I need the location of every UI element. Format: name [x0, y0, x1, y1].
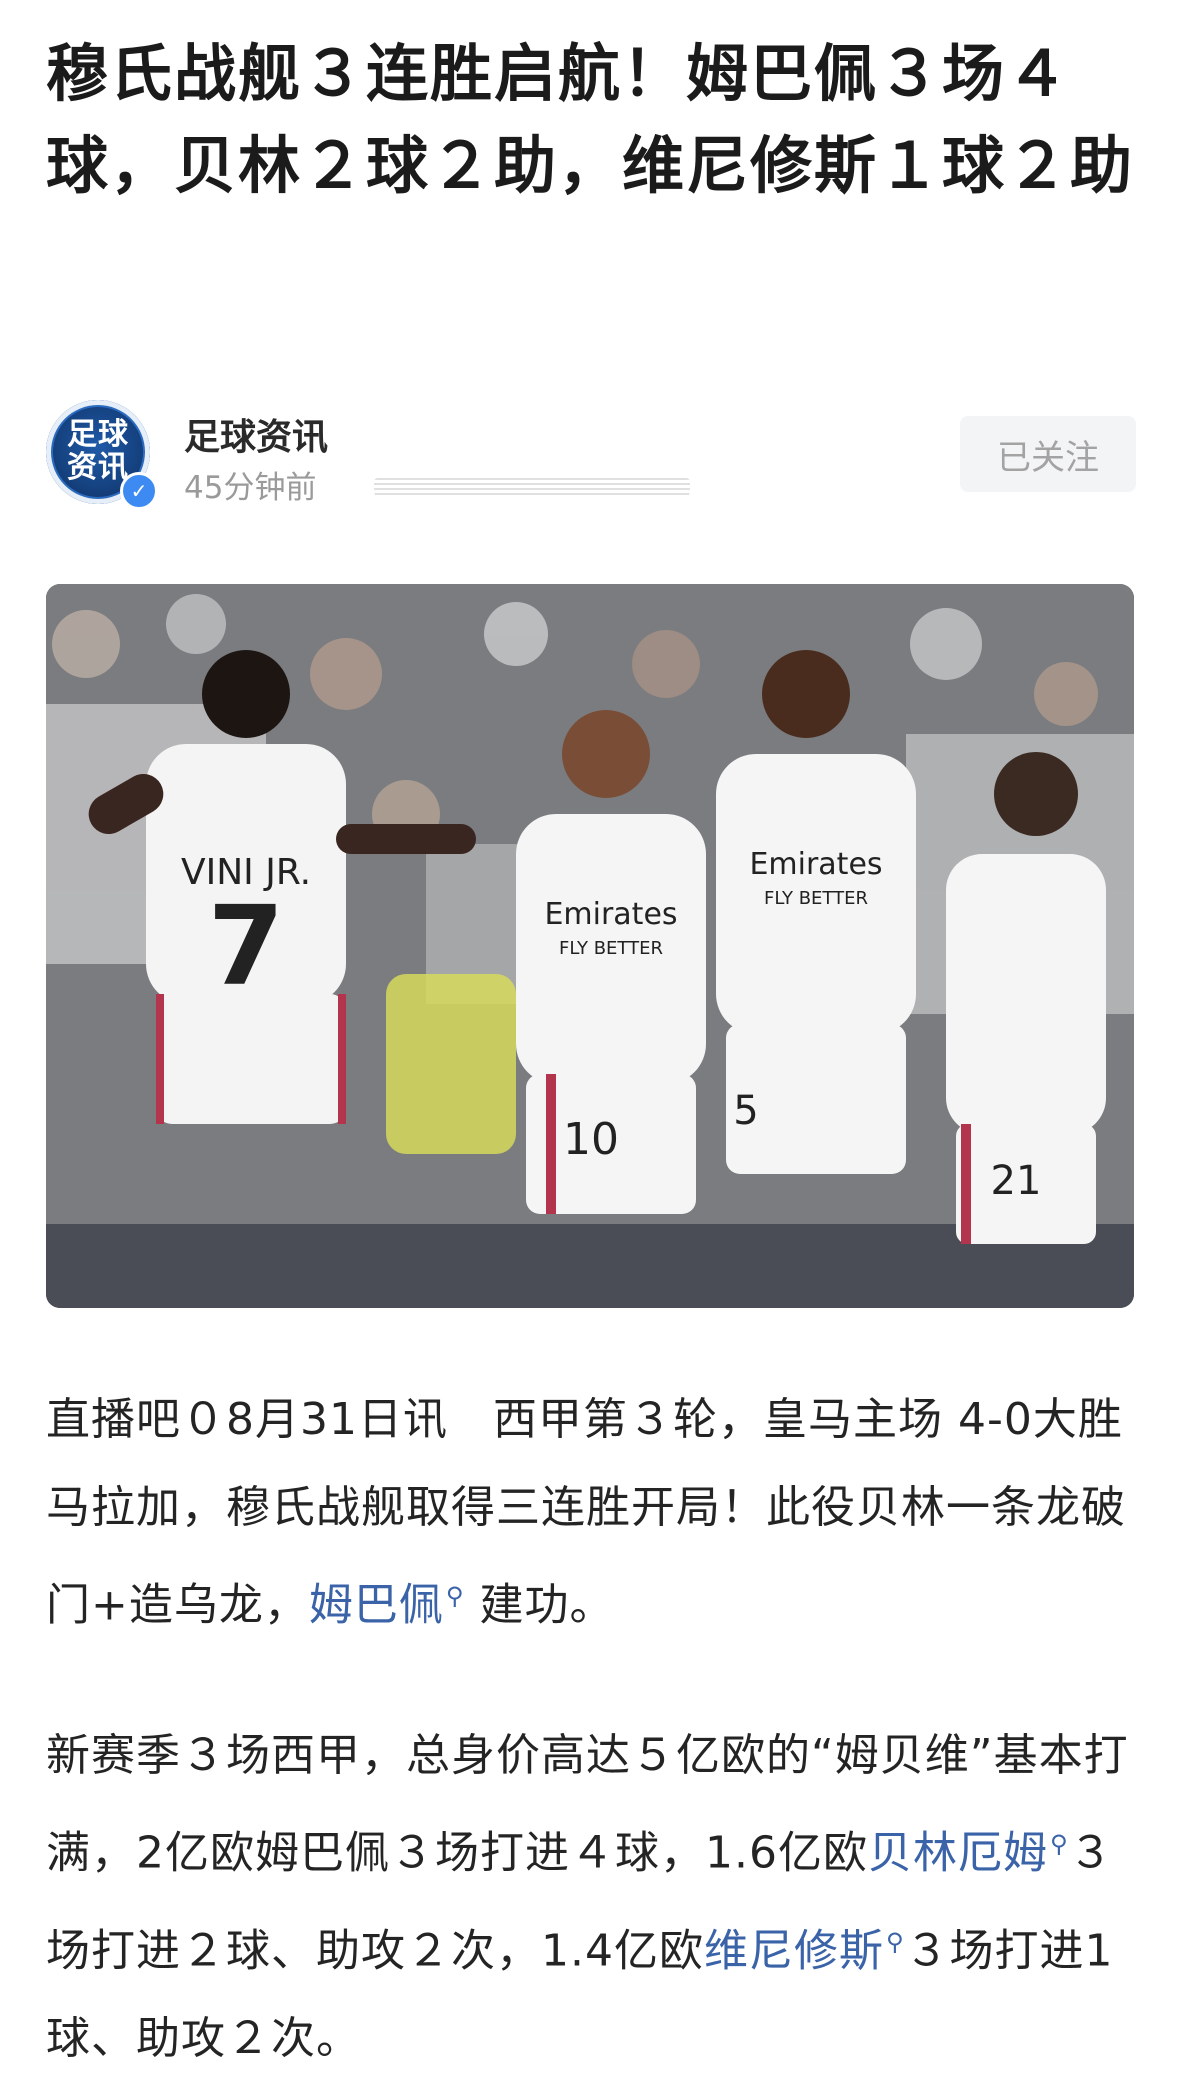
sponsor-text-2: Emirates	[749, 847, 882, 882]
shorts-number-2: 5	[733, 1088, 758, 1134]
shorts-number-3: 21	[991, 1158, 1042, 1204]
link-vinicius[interactable]: 维尼修斯	[704, 1925, 884, 1976]
link-bellingham[interactable]: 贝林厄姆	[868, 1828, 1048, 1879]
sponsor-tagline: FLY BETTER	[559, 938, 663, 959]
shorts-number: 10	[563, 1114, 619, 1165]
article-title: 穆氏战舰３连胜启航！姆巴佩３场４球，贝林２球２助，维尼修斯１球２助	[46, 37, 1135, 202]
article-photo[interactable]: VINI JR. 7 Emirates FLY BETTER 10 Emirat…	[46, 584, 1134, 1308]
jersey-number: 7	[208, 882, 285, 1010]
avatar-text: 足球资讯	[67, 417, 129, 485]
author-name[interactable]: 足球资讯	[184, 408, 328, 460]
verified-check-icon: ✓	[120, 472, 158, 510]
search-icon[interactable]: ⚲	[446, 1582, 465, 1610]
post-time: 45分钟前	[184, 470, 317, 506]
paragraph-2: 新赛季３场西甲，总身价高达５亿欧的“姆贝维”基本打满，2亿欧姆巴佩３场打进４球，…	[46, 1712, 1138, 2083]
search-icon[interactable]: ⚲	[886, 1928, 905, 1956]
search-icon[interactable]: ⚲	[1050, 1830, 1069, 1858]
p1-text-after: 建功。	[479, 1579, 615, 1631]
sponsor-text: Emirates	[544, 897, 677, 932]
blurred-info	[374, 478, 690, 496]
follow-button[interactable]: 已关注	[960, 416, 1136, 492]
sponsor-tagline-2: FLY BETTER	[764, 888, 868, 909]
photo-illustration: VINI JR. 7 Emirates FLY BETTER 10 Emirat…	[46, 584, 1134, 1308]
author-bar: 足球资讯 ✓ 足球资讯 45分钟前 已关注	[46, 400, 1136, 510]
link-mbappe[interactable]: 姆巴佩	[309, 1580, 444, 1631]
paragraph-1: 直播吧０8月31日讯 西甲第３轮，皇马主场 4-0大胜马拉加，穆氏战舰取得三连胜…	[46, 1376, 1138, 1650]
